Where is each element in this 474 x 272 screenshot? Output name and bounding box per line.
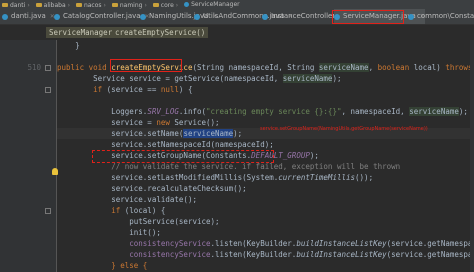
chevron-right-icon: ›	[103, 1, 106, 9]
code-line: service.recalculateChecksum();	[111, 184, 247, 193]
code-line: } else {	[111, 261, 148, 270]
vertical-scrollbar[interactable]	[470, 40, 474, 272]
highlight-box	[110, 59, 182, 72]
breadcrumb-item[interactable]: danti ›	[2, 1, 32, 10]
code-line: consistencyService.listen(KeyBuilder.bui…	[129, 239, 474, 248]
tab-danti[interactable]: danti.java ✕	[2, 9, 55, 24]
folder-icon	[75, 3, 82, 7]
code-line: consistencyService.listen(KeyBuilder.bui…	[129, 250, 474, 259]
folder-icon	[35, 3, 42, 7]
fold-icon[interactable]	[45, 65, 51, 71]
class-icon	[194, 13, 200, 20]
code-line: init();	[129, 228, 161, 237]
scope-class-chip[interactable]: ServiceManager	[46, 27, 116, 38]
ide-window: danti › alibaba › nacos › naming › core › Ser…	[0, 0, 474, 272]
class-icon	[2, 13, 8, 20]
breadcrumb-item[interactable]: alibaba ›	[35, 1, 72, 10]
class-icon	[262, 13, 268, 20]
folder-icon	[2, 3, 8, 7]
line-gutter: 510	[0, 40, 58, 272]
class-icon	[140, 13, 146, 20]
line-number: 510	[27, 63, 41, 72]
folder-icon	[111, 3, 118, 7]
chevron-right-icon: ›	[67, 1, 71, 9]
tab-constants[interactable]: common\Constants.j	[408, 9, 474, 24]
class-icon	[408, 13, 414, 20]
fold-icon[interactable]	[45, 87, 51, 93]
highlight-box	[332, 10, 404, 24]
code-line: Service service = getService(namespaceId…	[57, 74, 342, 83]
code-line: putService(service);	[129, 217, 220, 226]
chevron-right-icon: ›	[144, 1, 147, 9]
code-line: service.setLastModifiedMillis(System.cur…	[57, 173, 374, 182]
navigation-breadcrumb: danti › alibaba › nacos › naming › core › Ser…	[0, 0, 474, 9]
tab-catalog-controller[interactable]: CatalogController.java ✕	[54, 9, 150, 24]
highlight-box	[92, 150, 274, 163]
chevron-right-icon: ›	[175, 1, 179, 9]
code-line: Loggers.SRV_LOG.info("creating empty ser…	[57, 107, 468, 116]
chevron-right-icon: ›	[27, 1, 30, 9]
code-line: }	[75, 41, 80, 50]
class-icon	[54, 13, 60, 20]
breadcrumb-item[interactable]: ServiceManager	[184, 0, 240, 9]
annotation-note: service.setGroupName(NamingUtils.getGrou…	[260, 126, 428, 132]
class-icon	[184, 2, 190, 7]
folder-icon	[152, 3, 159, 7]
scope-breadcrumb: ServiceManager createEmptyService()	[0, 25, 474, 40]
fold-icon[interactable]	[45, 208, 51, 214]
code-line: if (local) {	[111, 206, 166, 215]
code-line: if (service == null) {	[93, 85, 193, 94]
breadcrumb-item[interactable]: naming ›	[111, 1, 149, 10]
breadcrumb-item[interactable]: core ›	[152, 1, 180, 10]
code-line: service.validate();	[111, 195, 197, 204]
code-line: service.setNamespaceId(namespaceId);	[57, 140, 274, 149]
breadcrumb-item[interactable]: nacos ›	[75, 1, 108, 10]
scope-method-chip[interactable]: createEmptyService()	[112, 27, 209, 38]
